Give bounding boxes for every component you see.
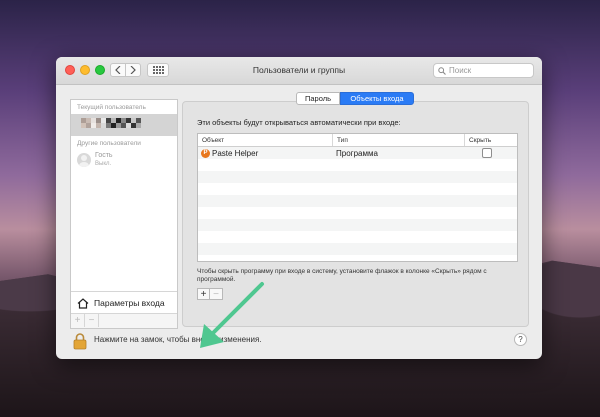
current-user-item[interactable] xyxy=(71,114,177,136)
search-field[interactable]: Поиск xyxy=(433,63,534,78)
search-placeholder: Поиск xyxy=(449,66,472,75)
users-groups-window: Пользователи и группы Поиск Текущий поль… xyxy=(56,57,542,359)
table-row xyxy=(198,255,517,261)
panel-heading: Эти объекты будут открываться автоматиче… xyxy=(197,118,401,127)
column-header-type[interactable]: Тип xyxy=(333,134,465,146)
guest-status: Выкл. xyxy=(95,161,112,167)
table-row xyxy=(198,243,517,255)
guest-name: Гость xyxy=(95,152,113,159)
table-row xyxy=(198,219,517,231)
login-options-label: Параметры входа xyxy=(94,298,165,308)
users-sidebar: Текущий пользователь Другие пользователи… xyxy=(70,99,178,329)
guest-avatar xyxy=(77,153,91,167)
annotation-arrow-icon xyxy=(200,282,264,348)
add-user-button[interactable]: + xyxy=(71,314,85,327)
login-options-item[interactable]: Параметры входа xyxy=(71,291,177,314)
other-users-section-label: Другие пользователи xyxy=(77,140,141,147)
search-icon xyxy=(438,66,446,75)
house-icon xyxy=(77,297,89,309)
column-header-object[interactable]: Объект xyxy=(198,134,333,146)
object-name: Paste Helper xyxy=(212,148,259,158)
table-row xyxy=(198,207,517,219)
sidebar-toolbar: + − xyxy=(71,313,177,328)
tab-login-items[interactable]: Объекты входа xyxy=(340,92,414,105)
remove-user-button[interactable]: − xyxy=(85,314,99,327)
table-row xyxy=(198,183,517,195)
login-items-table: Объект Тип Скрыть P Paste Helper Програм… xyxy=(197,133,518,262)
object-cell: P Paste Helper xyxy=(198,147,333,159)
table-row xyxy=(198,159,517,171)
table-row xyxy=(198,231,517,243)
hide-cell xyxy=(465,147,517,159)
type-cell: Программа xyxy=(336,148,378,158)
table-body: P Paste Helper Программа xyxy=(198,147,517,261)
table-row[interactable]: P Paste Helper Программа xyxy=(198,147,517,159)
blurred-user-avatar xyxy=(81,118,141,128)
hide-checkbox[interactable] xyxy=(482,148,492,158)
paste-helper-app-icon: P xyxy=(201,148,210,158)
help-button[interactable]: ? xyxy=(514,333,527,346)
table-header: Объект Тип Скрыть xyxy=(198,134,517,147)
tab-password[interactable]: Пароль xyxy=(296,92,340,105)
column-header-hide[interactable]: Скрыть xyxy=(465,134,517,146)
table-row xyxy=(198,195,517,207)
guest-user-item[interactable]: Гость Выкл. xyxy=(71,149,177,173)
table-row xyxy=(198,171,517,183)
tab-bar: Пароль Объекты входа xyxy=(296,92,414,105)
current-user-section-label: Текущий пользователь xyxy=(77,104,146,111)
lock-icon[interactable] xyxy=(73,332,87,350)
title-bar: Пользователи и группы Поиск xyxy=(56,57,542,85)
